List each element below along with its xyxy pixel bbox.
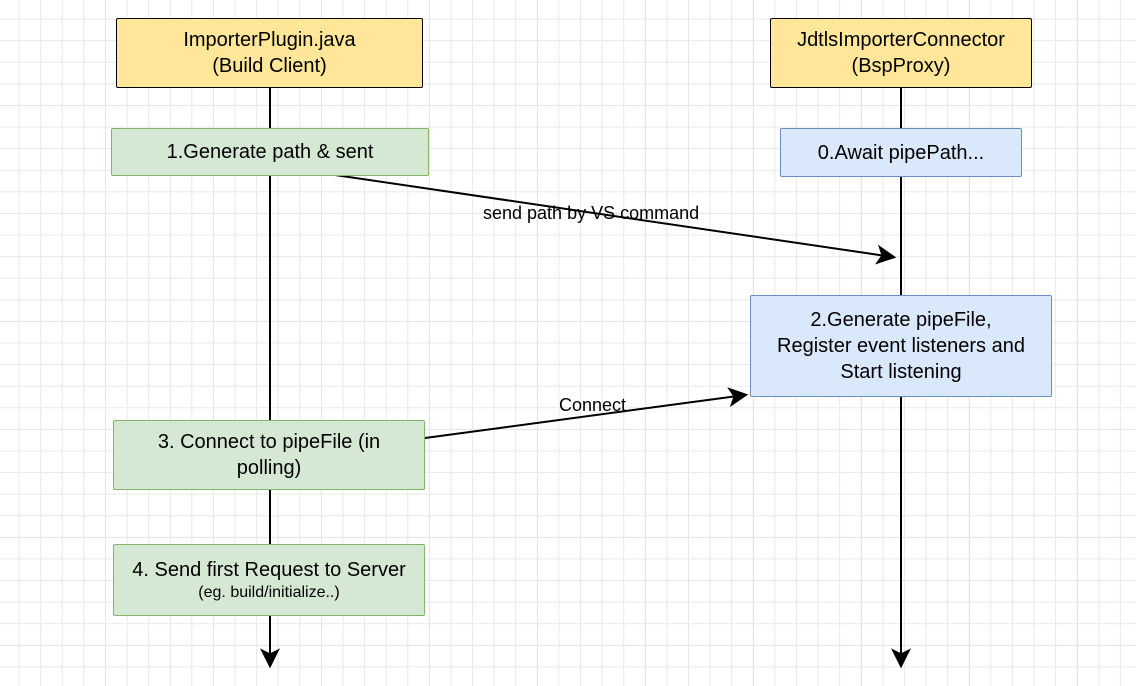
- step-3-line2: polling): [158, 455, 380, 481]
- step-2-line3: Start listening: [777, 359, 1025, 385]
- step-3-line1: 3. Connect to pipeFile (in: [158, 429, 380, 455]
- step-2-line2: Register event listeners and: [777, 333, 1025, 359]
- step-0-label: 0.Await pipePath...: [818, 140, 984, 166]
- step-0-await-pipepath: 0.Await pipePath...: [780, 128, 1022, 177]
- step-2-line1: 2.Generate pipeFile,: [777, 307, 1025, 333]
- left-title-1: ImporterPlugin.java: [183, 27, 355, 53]
- step-1-label: 1.Generate path & sent: [167, 139, 374, 165]
- msg-connect: Connect: [559, 395, 626, 416]
- step-4-line2: (eg. build/initialize..): [132, 583, 405, 604]
- right-title-2: (BspProxy): [797, 53, 1005, 79]
- msg-send-path: send path by VS command: [483, 203, 699, 224]
- lifeline-header-right: JdtlsImporterConnector (BspProxy): [770, 18, 1032, 88]
- lifeline-header-left: ImporterPlugin.java (Build Client): [116, 18, 423, 88]
- left-title-2: (Build Client): [183, 53, 355, 79]
- step-2-generate-pipefile: 2.Generate pipeFile, Register event list…: [750, 295, 1052, 397]
- right-title-1: JdtlsImporterConnector: [797, 27, 1005, 53]
- step-4-line1: 4. Send first Request to Server: [132, 557, 405, 583]
- step-4-send-first-request: 4. Send first Request to Server (eg. bui…: [113, 544, 425, 616]
- step-1-generate-path: 1.Generate path & sent: [111, 128, 429, 176]
- step-3-connect-pipefile: 3. Connect to pipeFile (in polling): [113, 420, 425, 490]
